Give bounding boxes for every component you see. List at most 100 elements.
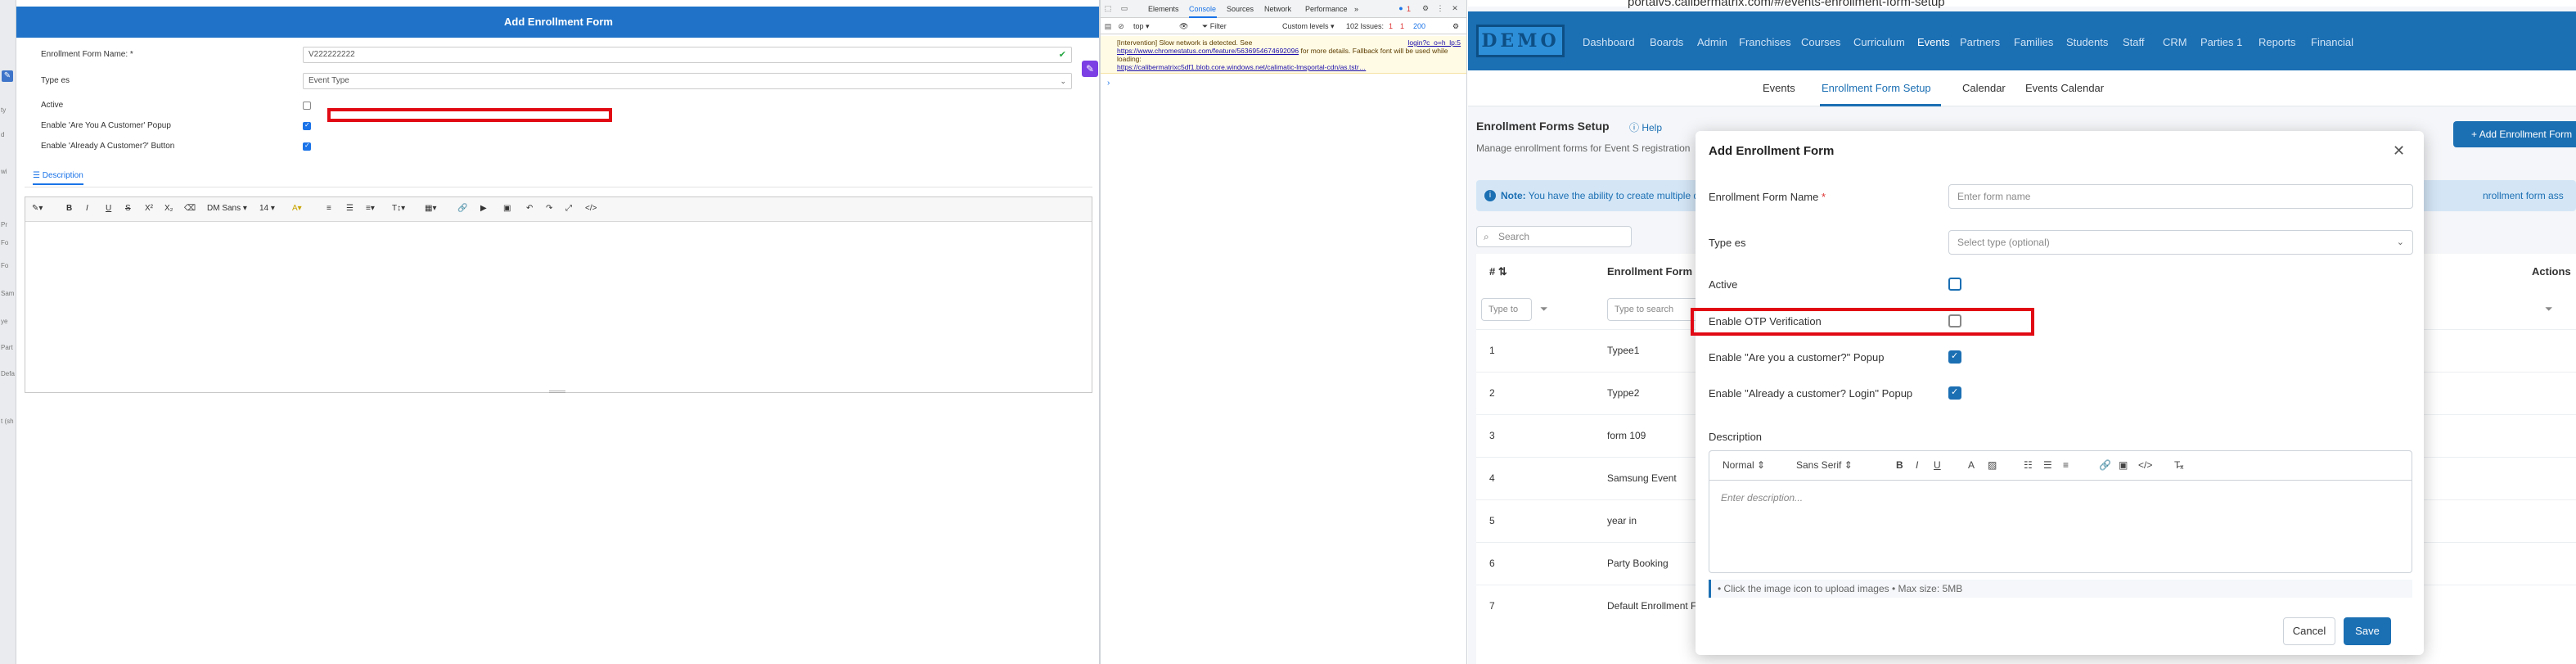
heading-select[interactable]: Normal ⇕ bbox=[1723, 459, 1765, 471]
code-view-icon[interactable]: </> bbox=[585, 204, 597, 213]
link-icon[interactable]: 🔗 bbox=[2099, 459, 2111, 471]
clear-console-icon[interactable]: ⊘ bbox=[1117, 22, 1125, 30]
nav-franchises[interactable]: Franchises bbox=[1739, 36, 1791, 48]
console-prompt[interactable]: › bbox=[1107, 79, 1110, 88]
pencil-icon[interactable]: ✎ bbox=[2, 70, 13, 82]
redo-icon[interactable]: ↷ bbox=[546, 204, 552, 213]
active-checkbox[interactable] bbox=[1948, 278, 1961, 291]
resize-handle[interactable] bbox=[549, 391, 565, 393]
devtools-tab-elements[interactable]: Elements bbox=[1148, 5, 1179, 13]
ordered-list-icon[interactable]: ☷ bbox=[2024, 459, 2033, 471]
text-color-icon[interactable]: A▾ bbox=[292, 204, 302, 213]
form-name-input[interactable]: Enter form name bbox=[1948, 184, 2413, 209]
image-icon[interactable]: ▣ bbox=[503, 204, 511, 213]
message-link-font[interactable]: https://calibermatrixc5df1.blob.core.win… bbox=[1117, 63, 1366, 71]
nav-parties[interactable]: Parties 1 bbox=[2200, 36, 2242, 48]
subnav-calendar[interactable]: Calendar bbox=[1962, 82, 2006, 94]
link-icon[interactable]: 🔗 bbox=[457, 204, 467, 213]
devtools-tab-console[interactable]: Console bbox=[1189, 5, 1216, 13]
more-tabs-icon[interactable]: » bbox=[1354, 5, 1358, 13]
legacy-size-select[interactable]: 14 ▾ bbox=[259, 204, 275, 213]
devtools-tab-network[interactable]: Network bbox=[1264, 5, 1291, 13]
legacy-popup-checkbox[interactable] bbox=[303, 121, 311, 130]
subnav-events[interactable]: Events bbox=[1763, 82, 1795, 94]
subnav-events-calendar[interactable]: Events Calendar bbox=[2025, 82, 2104, 94]
bullet-list-icon[interactable]: ☰ bbox=[2043, 459, 2052, 471]
legacy-tab-description[interactable]: ☰ Description bbox=[33, 171, 83, 185]
close-icon[interactable]: ✕ bbox=[1451, 4, 1459, 12]
text-color-icon[interactable]: A bbox=[1968, 459, 1975, 471]
superscript-icon[interactable]: X² bbox=[145, 204, 153, 213]
nav-partners[interactable]: Partners bbox=[1960, 36, 2000, 48]
devtools-tab-sources[interactable]: Sources bbox=[1227, 5, 1254, 13]
console-settings-icon[interactable]: ⚙ bbox=[1452, 22, 1459, 31]
nav-families[interactable]: Families bbox=[2014, 36, 2053, 48]
paragraph-icon[interactable]: T↕▾ bbox=[392, 204, 405, 213]
col-header-num[interactable]: # ⇅ bbox=[1489, 265, 1507, 278]
help-link[interactable]: ⓘ Help bbox=[1629, 120, 1662, 134]
legacy-button-checkbox[interactable] bbox=[303, 142, 311, 151]
login-popup-checkbox[interactable] bbox=[1948, 386, 1961, 400]
nav-boards[interactable]: Boards bbox=[1650, 36, 1683, 48]
inspect-icon[interactable]: ⬚ bbox=[1104, 4, 1112, 12]
align-icon[interactable]: ≡ bbox=[2063, 459, 2069, 471]
legacy-active-checkbox[interactable] bbox=[303, 102, 311, 110]
nav-courses[interactable]: Courses bbox=[1801, 36, 1840, 48]
nav-events[interactable]: Events bbox=[1917, 36, 1950, 48]
image-icon[interactable]: ▣ bbox=[2119, 459, 2128, 471]
font-select[interactable]: Sans Serif ⇕ bbox=[1796, 459, 1853, 471]
message-source-link[interactable]: login?c_o=h_lp:5 bbox=[1407, 38, 1461, 47]
kebab-menu-icon[interactable]: ⋮ bbox=[1436, 4, 1444, 12]
filter-input[interactable]: ⏷ Filter bbox=[1202, 22, 1227, 31]
nav-reports[interactable]: Reports bbox=[2259, 36, 2296, 48]
undo-icon[interactable]: ↶ bbox=[526, 204, 533, 213]
cancel-button[interactable]: Cancel bbox=[2283, 617, 2335, 645]
highlight-icon[interactable]: ▨ bbox=[1988, 459, 1997, 471]
address-url[interactable]: portalv5.calibermatrix.com/#/events-enro… bbox=[1628, 0, 1945, 9]
nav-curriculum[interactable]: Curriculum bbox=[1853, 36, 1905, 48]
subnav-enrollment-form-setup[interactable]: Enrollment Form Setup bbox=[1822, 82, 1931, 94]
align-icon[interactable]: ≡▾ bbox=[366, 204, 375, 213]
add-enrollment-form-button[interactable]: + Add Enrollment Form bbox=[2453, 121, 2576, 147]
video-icon[interactable]: ▶ bbox=[480, 204, 487, 213]
message-link-feature[interactable]: https://www.chromestatus.com/feature/563… bbox=[1117, 47, 1299, 55]
code-icon[interactable]: </> bbox=[2138, 459, 2152, 471]
filter-num-input[interactable]: Type to bbox=[1481, 298, 1532, 321]
underline-icon[interactable]: U bbox=[106, 204, 111, 213]
levels-select[interactable]: Custom levels ▾ bbox=[1282, 22, 1335, 31]
legacy-font-select[interactable]: DM Sans ▾ bbox=[207, 204, 247, 213]
funnel-icon[interactable]: ⏷ bbox=[2545, 303, 2553, 315]
devtools-tab-performance[interactable]: Performance bbox=[1305, 5, 1348, 13]
bullet-list-icon[interactable]: ☰ bbox=[346, 204, 354, 213]
bold-icon[interactable]: B bbox=[66, 204, 72, 213]
issues-icon[interactable]: ● bbox=[1397, 4, 1405, 12]
save-button[interactable]: Save bbox=[2344, 617, 2391, 645]
type-select[interactable]: Select type (optional) ⌄ bbox=[1948, 230, 2413, 255]
clear-format-icon[interactable]: T̶ₓ bbox=[2174, 459, 2183, 471]
customer-popup-checkbox[interactable] bbox=[1948, 350, 1961, 364]
funnel-icon[interactable]: ⏷ bbox=[1540, 303, 1548, 315]
nav-financial[interactable]: Financial bbox=[2311, 36, 2353, 48]
search-input[interactable]: ⌕ Search bbox=[1476, 226, 1632, 247]
otp-checkbox[interactable] bbox=[1948, 314, 1961, 327]
underline-icon[interactable]: U bbox=[1934, 459, 1941, 471]
settings-icon[interactable]: ⚙ bbox=[1421, 4, 1430, 12]
table-icon[interactable]: ▦▾ bbox=[425, 204, 436, 213]
legacy-type-select[interactable]: Event Type ⌄ bbox=[303, 73, 1072, 89]
ordered-list-icon[interactable]: ≡ bbox=[327, 204, 331, 213]
magic-pen-icon[interactable]: ✎▾ bbox=[32, 204, 43, 213]
nav-admin[interactable]: Admin bbox=[1697, 36, 1727, 48]
italic-icon[interactable]: I bbox=[1916, 459, 1918, 471]
nav-dashboard[interactable]: Dashboard bbox=[1583, 36, 1635, 48]
nav-students[interactable]: Students bbox=[2066, 36, 2108, 48]
eraser-icon[interactable]: ⌫ bbox=[184, 204, 196, 213]
eye-icon[interactable]: 👁 bbox=[1179, 22, 1188, 31]
italic-icon[interactable]: I bbox=[86, 204, 88, 213]
nav-staff[interactable]: Staff bbox=[2123, 36, 2145, 48]
context-select[interactable]: top ▾ bbox=[1133, 22, 1150, 31]
issues-label[interactable]: 102 Issues: bbox=[1346, 22, 1384, 30]
fullscreen-icon[interactable]: ⤢ bbox=[565, 204, 572, 213]
bold-icon[interactable]: B bbox=[1896, 459, 1903, 471]
demo-logo[interactable]: DEMO bbox=[1476, 25, 1565, 57]
edit-icon[interactable]: ✎ bbox=[1082, 61, 1098, 77]
